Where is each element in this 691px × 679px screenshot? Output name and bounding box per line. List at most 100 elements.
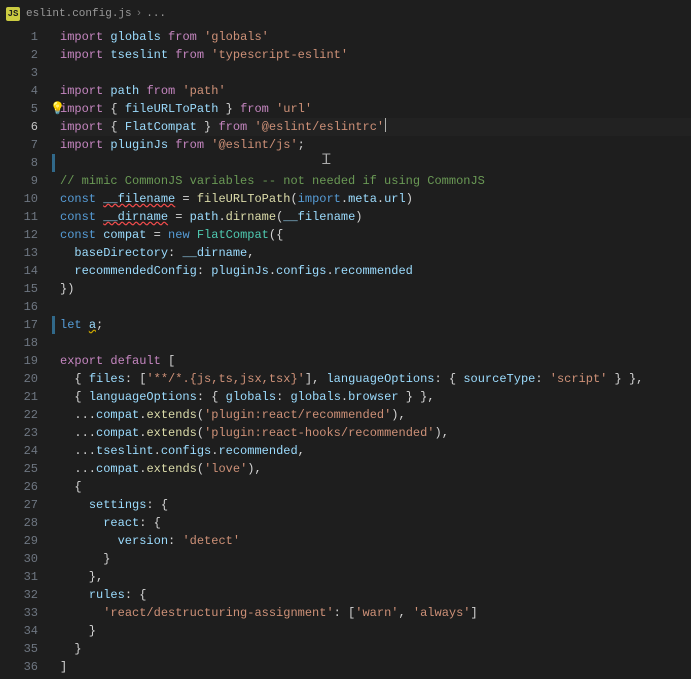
- code-token: globals: [290, 390, 340, 404]
- line-number[interactable]: 21: [0, 388, 38, 406]
- code-token: files: [89, 372, 125, 386]
- line-number[interactable]: 3: [0, 64, 38, 82]
- code-token: }: [60, 624, 96, 638]
- code-line[interactable]: { files: ['**/*.{js,ts,jsx,tsx}'], langu…: [60, 370, 691, 388]
- line-number[interactable]: 23: [0, 424, 38, 442]
- line-number[interactable]: 5: [0, 100, 38, 118]
- line-number[interactable]: 29: [0, 532, 38, 550]
- code-token: ): [406, 192, 413, 206]
- code-line[interactable]: ...compat.extends('plugin:react-hooks/re…: [60, 424, 691, 442]
- line-number[interactable]: 26: [0, 478, 38, 496]
- code-line[interactable]: version: 'detect': [60, 532, 691, 550]
- code-line[interactable]: import { fileURLToPath } from 'url': [60, 100, 691, 118]
- code-line[interactable]: settings: {: [60, 496, 691, 514]
- code-token: recommendedConfig: [74, 264, 196, 278]
- code-token: globals: [110, 30, 160, 44]
- line-number[interactable]: 25: [0, 460, 38, 478]
- code-token: // mimic CommonJS variables -- not neede…: [60, 174, 485, 188]
- line-number[interactable]: 13: [0, 244, 38, 262]
- code-token: [60, 588, 89, 602]
- code-line[interactable]: [60, 298, 691, 316]
- code-line[interactable]: ...compat.extends('love'),: [60, 460, 691, 478]
- editor[interactable]: 1234567891011121314151617181920212223242…: [0, 28, 691, 679]
- code-token: globals: [226, 390, 276, 404]
- code-token: import: [60, 30, 103, 44]
- code-line[interactable]: baseDirectory: __dirname,: [60, 244, 691, 262]
- code-line[interactable]: import { FlatCompat } from '@eslint/esli…: [60, 118, 691, 136]
- line-number[interactable]: 15: [0, 280, 38, 298]
- line-number[interactable]: 27: [0, 496, 38, 514]
- line-number[interactable]: 30: [0, 550, 38, 568]
- code-area[interactable]: import globals from 'globals'import tses…: [60, 28, 691, 679]
- line-number[interactable]: 14: [0, 262, 38, 280]
- code-token: ,: [398, 606, 412, 620]
- line-number[interactable]: 9: [0, 172, 38, 190]
- line-number[interactable]: 19: [0, 352, 38, 370]
- code-line[interactable]: ]: [60, 658, 691, 676]
- line-number[interactable]: 8: [0, 154, 38, 172]
- line-number[interactable]: 20: [0, 370, 38, 388]
- code-line[interactable]: }: [60, 622, 691, 640]
- code-line[interactable]: import path from 'path': [60, 82, 691, 100]
- line-number[interactable]: 35: [0, 640, 38, 658]
- line-number[interactable]: 17: [0, 316, 38, 334]
- line-number[interactable]: 10: [0, 190, 38, 208]
- code-line[interactable]: let a;: [60, 316, 691, 334]
- line-number[interactable]: 24: [0, 442, 38, 460]
- line-number[interactable]: 1: [0, 28, 38, 46]
- code-line[interactable]: }: [60, 640, 691, 658]
- code-token: compat: [96, 462, 139, 476]
- code-token: :: [276, 390, 290, 404]
- code-line[interactable]: import globals from 'globals': [60, 28, 691, 46]
- code-token: from: [175, 138, 204, 152]
- line-number[interactable]: 34: [0, 622, 38, 640]
- line-number[interactable]: 18: [0, 334, 38, 352]
- code-line[interactable]: rules: {: [60, 586, 691, 604]
- line-number[interactable]: 33: [0, 604, 38, 622]
- code-line[interactable]: [60, 334, 691, 352]
- line-number[interactable]: 7: [0, 136, 38, 154]
- breadcrumb[interactable]: JS eslint.config.js › ...: [0, 0, 691, 28]
- breadcrumb-ellipsis[interactable]: ...: [146, 8, 166, 20]
- line-number[interactable]: 22: [0, 406, 38, 424]
- code-line[interactable]: [60, 64, 691, 82]
- line-number[interactable]: 28: [0, 514, 38, 532]
- code-line[interactable]: const __dirname = path.dirname(__filenam…: [60, 208, 691, 226]
- code-line[interactable]: const __filename = fileURLToPath(import.…: [60, 190, 691, 208]
- code-line[interactable]: }): [60, 280, 691, 298]
- code-token: 'url': [276, 102, 312, 116]
- code-line[interactable]: [60, 154, 691, 172]
- line-number[interactable]: 11: [0, 208, 38, 226]
- code-line[interactable]: import tseslint from 'typescript-eslint': [60, 46, 691, 64]
- code-token: settings: [89, 498, 147, 512]
- code-line[interactable]: // mimic CommonJS variables -- not neede…: [60, 172, 691, 190]
- code-token: rules: [89, 588, 125, 602]
- code-line[interactable]: import pluginJs from '@eslint/js';: [60, 136, 691, 154]
- code-line[interactable]: ...tseslint.configs.recommended,: [60, 442, 691, 460]
- code-line[interactable]: },: [60, 568, 691, 586]
- code-token: } },: [607, 372, 643, 386]
- code-token: meta: [348, 192, 377, 206]
- code-line[interactable]: {: [60, 478, 691, 496]
- code-line[interactable]: 'react/destructuring-assignment': ['warn…: [60, 604, 691, 622]
- line-number-gutter[interactable]: 1234567891011121314151617181920212223242…: [0, 28, 52, 679]
- code-line[interactable]: const compat = new FlatCompat({: [60, 226, 691, 244]
- breadcrumb-filename[interactable]: eslint.config.js: [26, 8, 132, 20]
- line-number[interactable]: 32: [0, 586, 38, 604]
- code-line[interactable]: react: {: [60, 514, 691, 532]
- line-number[interactable]: 31: [0, 568, 38, 586]
- code-line[interactable]: recommendedConfig: pluginJs.configs.reco…: [60, 262, 691, 280]
- code-token: (: [197, 426, 204, 440]
- code-token: :: [535, 372, 549, 386]
- line-number[interactable]: 6: [0, 118, 38, 136]
- line-number[interactable]: 2: [0, 46, 38, 64]
- line-number[interactable]: 36: [0, 658, 38, 676]
- line-number[interactable]: 4: [0, 82, 38, 100]
- code-line[interactable]: { languageOptions: { globals: globals.br…: [60, 388, 691, 406]
- code-token: [190, 228, 197, 242]
- line-number[interactable]: 12: [0, 226, 38, 244]
- code-line[interactable]: export default [: [60, 352, 691, 370]
- line-number[interactable]: 16: [0, 298, 38, 316]
- code-line[interactable]: ...compat.extends('plugin:react/recommen…: [60, 406, 691, 424]
- code-line[interactable]: }: [60, 550, 691, 568]
